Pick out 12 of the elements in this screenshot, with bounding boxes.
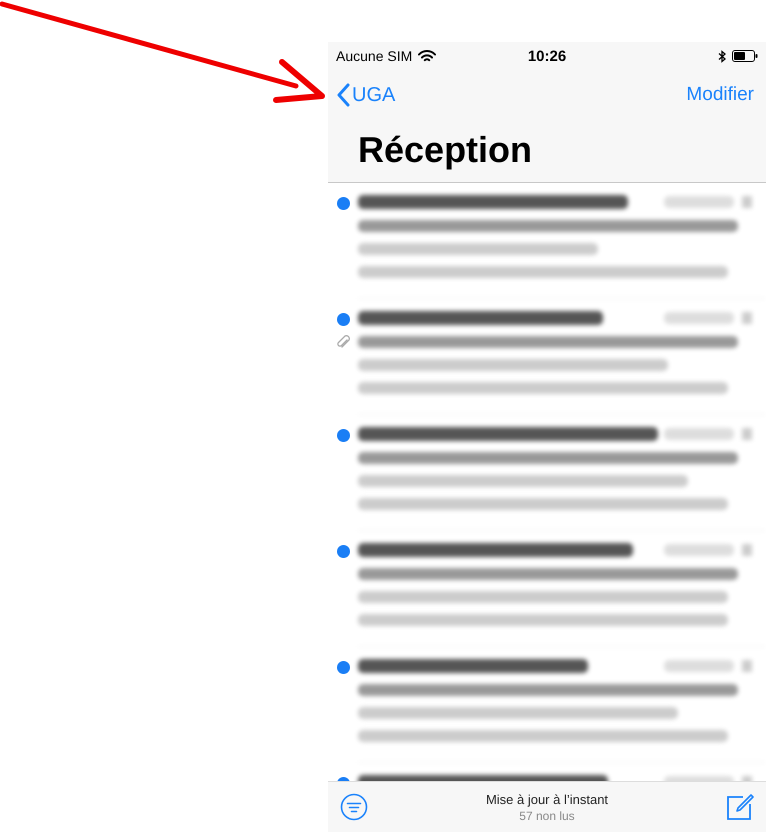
compose-icon[interactable]	[726, 793, 754, 821]
bluetooth-icon	[718, 50, 726, 62]
battery-icon	[732, 50, 758, 62]
back-chevron-icon	[336, 83, 350, 107]
unread-count: 57 non lus	[519, 808, 575, 822]
carrier-label: Aucune SIM	[336, 48, 412, 64]
filter-icon[interactable]	[340, 793, 368, 821]
back-button[interactable]: UGA	[336, 83, 396, 107]
update-status: Mise à jour à l’instant	[486, 792, 608, 806]
edit-button[interactable]: Modifier	[686, 84, 754, 106]
clock-time: 10:26	[528, 48, 566, 64]
wifi-icon	[418, 50, 436, 62]
